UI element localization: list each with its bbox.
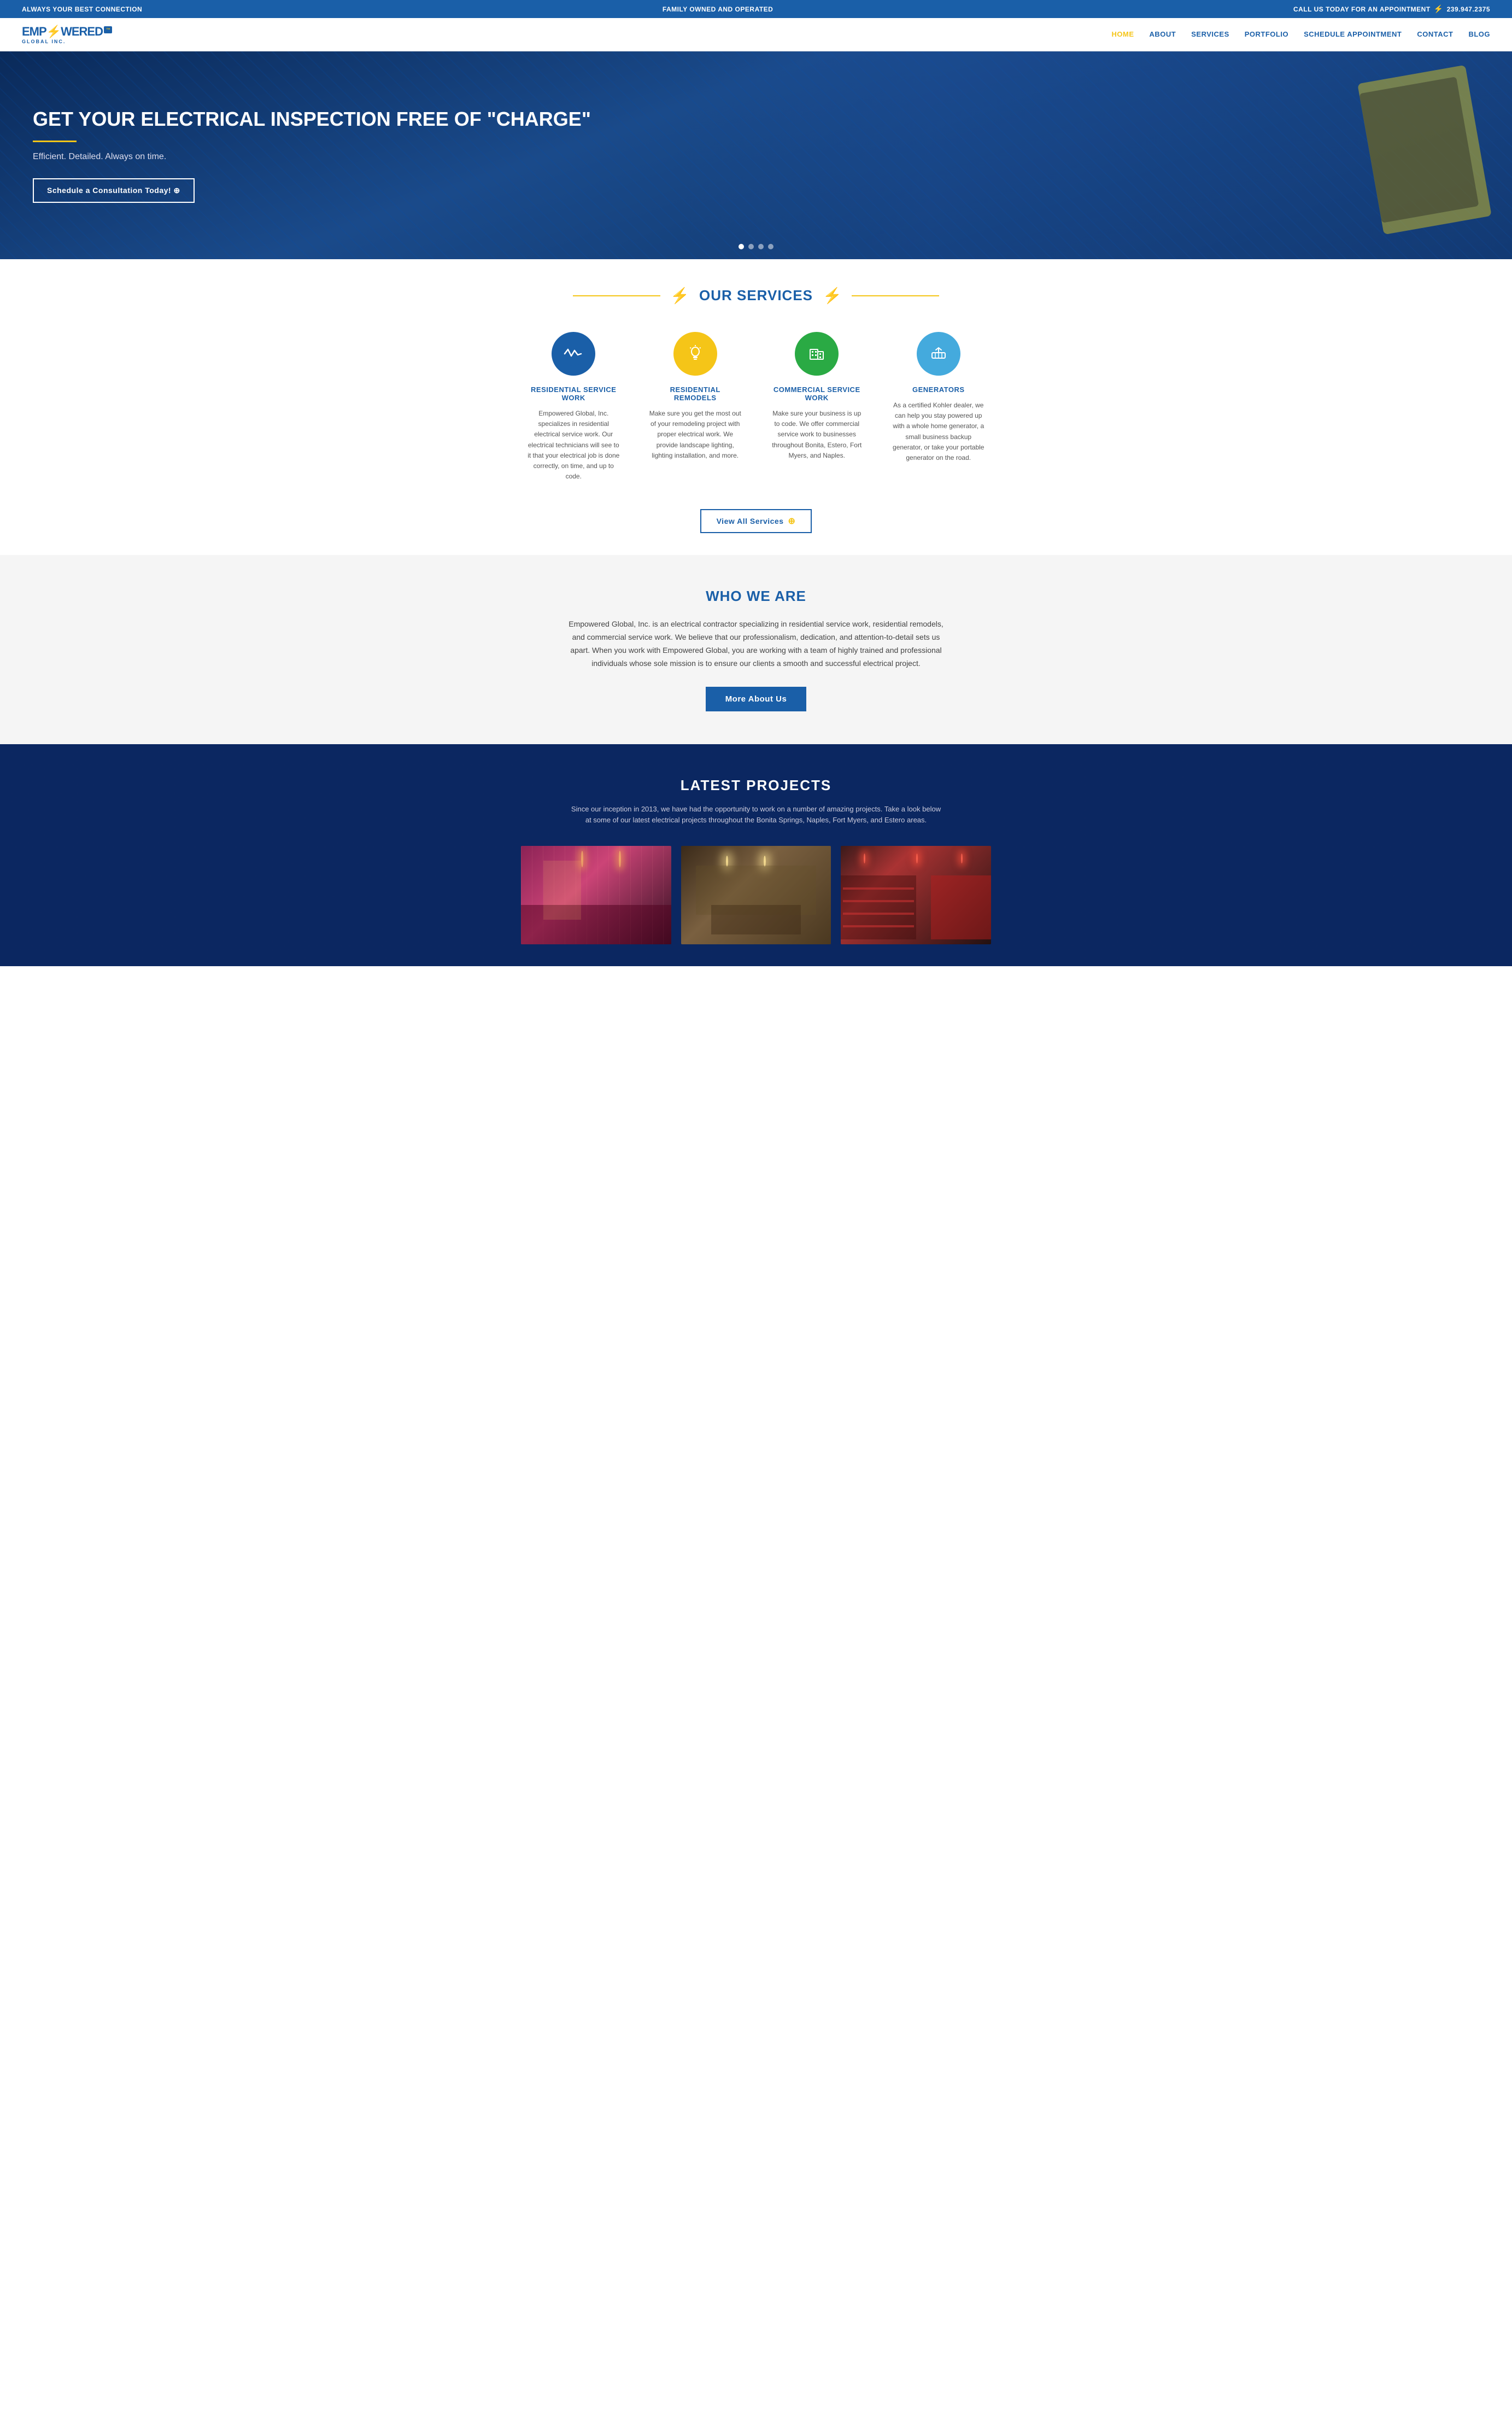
logo-main: EMP⚡WERED™ xyxy=(22,25,112,39)
hero-dot-3[interactable] xyxy=(758,244,764,249)
service-title-2: COMMERCIAL SERVICE WORK xyxy=(770,385,864,402)
view-all-label: View All Services xyxy=(717,517,784,525)
service-title-3: GENERATORS xyxy=(892,385,986,394)
building-icon xyxy=(805,342,829,366)
more-about-us-button[interactable]: More About Us xyxy=(706,687,807,711)
hero-headline: GET YOUR ELECTRICAL INSPECTION FREE OF "… xyxy=(33,108,591,130)
hero-section: GET YOUR ELECTRICAL INSPECTION FREE OF "… xyxy=(0,51,1512,259)
project-thumb-3[interactable] xyxy=(841,846,991,944)
lightning-deco-left: ⚡ xyxy=(670,287,689,305)
top-bar: ALWAYS YOUR BEST CONNECTION FAMILY OWNED… xyxy=(0,0,1512,18)
logo: EMP⚡WERED™ GLOBAL INC. xyxy=(22,25,112,44)
service-card-remodels: RESIDENTIAL REMODELS Make sure you get t… xyxy=(643,326,748,487)
hero-content: GET YOUR ELECTRICAL INSPECTION FREE OF "… xyxy=(0,86,624,224)
who-description: Empowered Global, Inc. is an electrical … xyxy=(565,618,947,670)
service-desc-2: Make sure your business is up to code. W… xyxy=(770,408,864,461)
services-title: OUR SERVICES xyxy=(699,287,813,304)
service-title-1: RESIDENTIAL REMODELS xyxy=(648,385,743,402)
deco-line-right xyxy=(852,295,939,296)
service-card-commercial: COMMERCIAL SERVICE WORK Make sure your b… xyxy=(764,326,870,487)
lightning-icon: ⚡ xyxy=(1434,4,1444,14)
btn-icon: ⊕ xyxy=(788,516,796,527)
projects-grid xyxy=(521,846,991,944)
bulb-icon xyxy=(683,342,707,366)
service-card-generators: GENERATORS As a certified Kohler dealer,… xyxy=(886,326,992,487)
logo-badge: ™ xyxy=(104,26,112,33)
projects-section: LATEST PROJECTS Since our inception in 2… xyxy=(0,744,1512,967)
projects-subtitle: Since our inception in 2013, we have had… xyxy=(570,804,942,827)
service-card-residential: RESIDENTIAL SERVICE WORK Empowered Globa… xyxy=(521,326,626,487)
who-title: WHO WE ARE xyxy=(22,588,1490,605)
nav-links: HOME ABOUT SERVICES PORTFOLIO SCHEDULE A… xyxy=(1112,30,1490,39)
view-services-wrap: View All Services ⊕ xyxy=(22,509,1490,533)
hero-dot-4[interactable] xyxy=(768,244,773,249)
project-thumb-1[interactable] xyxy=(521,846,671,944)
topbar-phone[interactable]: 239.947.2375 xyxy=(1447,5,1490,13)
deco-line-left xyxy=(573,295,660,296)
nav-item-portfolio[interactable]: PORTFOLIO xyxy=(1245,30,1288,39)
topbar-left: ALWAYS YOUR BEST CONNECTION xyxy=(22,5,142,13)
generator-icon xyxy=(927,342,951,366)
nav-item-contact[interactable]: CONTACT xyxy=(1417,30,1453,39)
nav-item-schedule[interactable]: SCHEDULE APPOINTMENT xyxy=(1304,30,1402,39)
who-section: WHO WE ARE Empowered Global, Inc. is an … xyxy=(0,555,1512,744)
nav-item-blog[interactable]: BLOG xyxy=(1468,30,1490,39)
service-icon-generators xyxy=(917,332,960,376)
lightning-deco-right: ⚡ xyxy=(823,287,842,305)
services-section: ⚡ OUR SERVICES ⚡ RESIDENTIAL SERVICE WOR… xyxy=(0,259,1512,555)
section-title-wrap: ⚡ OUR SERVICES ⚡ xyxy=(22,287,1490,305)
nav-item-services[interactable]: SERVICES xyxy=(1191,30,1229,39)
service-title-0: RESIDENTIAL SERVICE WORK xyxy=(526,385,621,402)
service-desc-3: As a certified Kohler dealer, we can hel… xyxy=(892,400,986,463)
topbar-center: FAMILY OWNED AND OPERATED xyxy=(663,5,773,13)
nav-item-about[interactable]: ABOUT xyxy=(1150,30,1176,39)
navbar: EMP⚡WERED™ GLOBAL INC. HOME ABOUT SERVIC… xyxy=(0,18,1512,51)
service-icon-commercial xyxy=(795,332,839,376)
service-icon-residential xyxy=(552,332,595,376)
service-desc-1: Make sure you get the most out of your r… xyxy=(648,408,743,461)
service-desc-0: Empowered Global, Inc. specializes in re… xyxy=(526,408,621,482)
hero-dot-1[interactable] xyxy=(739,244,744,249)
nav-item-home[interactable]: HOME xyxy=(1112,30,1134,39)
wave-icon xyxy=(561,342,585,366)
projects-title: LATEST PROJECTS xyxy=(22,777,1490,794)
hero-divider xyxy=(33,141,77,142)
hero-dots xyxy=(739,244,773,249)
project-thumb-2[interactable] xyxy=(681,846,831,944)
hero-subtitle: Efficient. Detailed. Always on time. xyxy=(33,152,591,162)
services-grid: RESIDENTIAL SERVICE WORK Empowered Globa… xyxy=(521,326,991,487)
hero-cta-button[interactable]: Schedule a Consultation Today! ⊕ xyxy=(33,178,195,203)
service-icon-remodels xyxy=(673,332,717,376)
view-all-services-button[interactable]: View All Services ⊕ xyxy=(700,509,812,533)
logo-sub: GLOBAL INC. xyxy=(22,39,66,44)
topbar-right-label: CALL US TODAY FOR AN APPOINTMENT xyxy=(1293,5,1431,13)
topbar-right: CALL US TODAY FOR AN APPOINTMENT ⚡ 239.9… xyxy=(1293,4,1490,14)
hero-dot-2[interactable] xyxy=(748,244,754,249)
